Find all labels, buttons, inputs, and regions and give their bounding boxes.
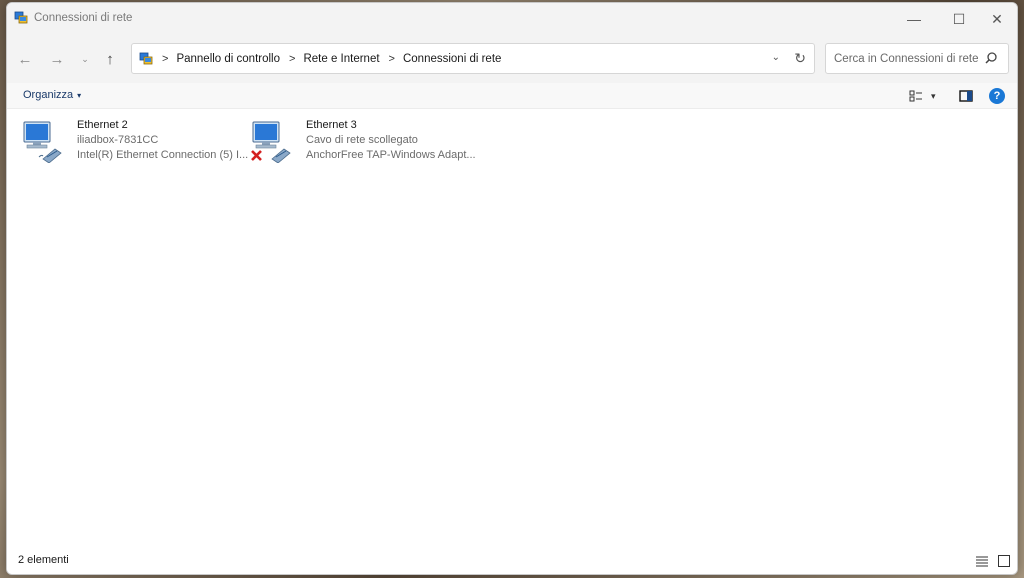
connection-status: iliadbox-7831CC xyxy=(77,134,159,146)
navigation-bar: ← → ⌄ ↑ > Pannello di controllo > Rete e… xyxy=(7,35,1017,83)
preview-pane-icon xyxy=(959,90,973,102)
list-item-ethernet-3[interactable]: Ethernet 3 Cavo di rete scollegato Ancho… xyxy=(250,117,476,165)
large-icons-view-icon[interactable] xyxy=(997,554,1011,568)
item-count: 2 elementi xyxy=(18,554,69,566)
organize-menu[interactable]: Organizza ▾ xyxy=(23,89,81,101)
search-placeholder: Cerca in Connessioni di rete xyxy=(834,52,979,65)
breadcrumb-separator-icon[interactable]: > xyxy=(162,53,168,65)
title-bar: Connessioni di rete — ☐ ✕ xyxy=(7,3,1017,35)
connection-device: AnchorFree TAP-Windows Adapt... xyxy=(306,149,476,161)
help-button[interactable]: ? xyxy=(989,88,1005,104)
chevron-down-icon: ▾ xyxy=(77,91,82,100)
help-icon: ? xyxy=(989,88,1005,104)
control-panel-icon xyxy=(139,52,153,64)
breadcrumb-control-panel[interactable]: Pannello di controllo xyxy=(176,53,280,65)
network-adapter-disconnected-icon xyxy=(251,121,291,163)
connections-list: Ethernet 2 iliadbox-7831CC Intel(R) Ethe… xyxy=(7,110,1017,550)
preview-pane-button[interactable] xyxy=(959,88,973,104)
status-bar: 2 elementi xyxy=(7,548,1017,574)
back-button[interactable]: ← xyxy=(13,47,37,71)
details-view-icon[interactable] xyxy=(975,554,989,568)
breadcrumb-network-internet[interactable]: Rete e Internet xyxy=(303,53,379,65)
list-item-ethernet-2[interactable]: Ethernet 2 iliadbox-7831CC Intel(R) Ethe… xyxy=(21,117,249,165)
connection-device: Intel(R) Ethernet Connection (5) I... xyxy=(77,149,249,161)
window-title: Connessioni di rete xyxy=(34,12,133,24)
address-dropdown-icon[interactable]: ⌄ xyxy=(772,52,780,63)
command-bar: Organizza ▾ ▾ ? xyxy=(7,83,1017,109)
search-input[interactable]: Cerca in Connessioni di rete xyxy=(825,43,1009,74)
close-button[interactable]: ✕ xyxy=(975,3,1017,35)
connection-name: Ethernet 2 xyxy=(77,119,128,131)
network-adapter-icon xyxy=(23,121,62,163)
change-view-button[interactable] xyxy=(909,88,923,104)
minimize-button[interactable]: — xyxy=(892,3,936,35)
recent-locations-button[interactable]: ⌄ xyxy=(73,47,97,71)
connection-status: Cavo di rete scollegato xyxy=(306,134,418,146)
forward-button[interactable]: → xyxy=(45,47,69,71)
search-icon[interactable] xyxy=(984,51,998,65)
refresh-icon[interactable]: ↻ xyxy=(794,50,806,67)
up-button[interactable]: ↑ xyxy=(98,47,122,71)
organize-label: Organizza xyxy=(23,89,74,101)
connection-name: Ethernet 3 xyxy=(306,119,357,131)
explorer-window: Connessioni di rete — ☐ ✕ ← → ⌄ ↑ > Pann… xyxy=(6,2,1018,575)
breadcrumb-separator-icon[interactable]: > xyxy=(289,53,295,65)
view-options-dropdown[interactable]: ▾ xyxy=(931,88,936,104)
address-bar[interactable]: > Pannello di controllo > Rete e Interne… xyxy=(131,43,815,74)
breadcrumb-separator-icon[interactable]: > xyxy=(389,53,395,65)
network-connections-icon xyxy=(14,11,28,24)
view-layout-icon xyxy=(909,90,922,102)
breadcrumb-network-connections[interactable]: Connessioni di rete xyxy=(403,53,501,65)
